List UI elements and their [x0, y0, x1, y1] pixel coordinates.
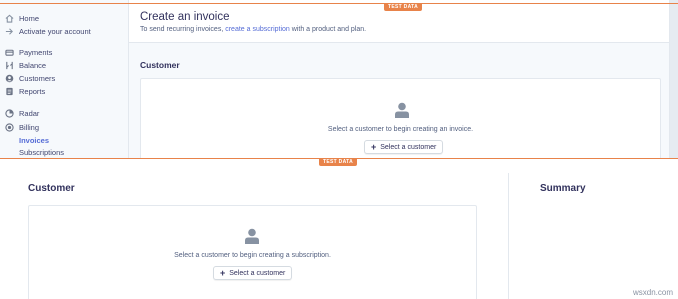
customer-heading: Customer [28, 183, 75, 194]
sidebar-item-label: Balance [19, 60, 47, 70]
sidebar-item-label: Customers [19, 73, 56, 83]
home-icon [5, 14, 14, 23]
person-icon [395, 102, 409, 118]
sidebar-item-payments[interactable]: Payments [5, 46, 52, 58]
customer-heading: Customer [140, 60, 180, 70]
sidebar-item-label: Subscriptions [19, 147, 65, 157]
sidebar-item-balance[interactable]: Balance [5, 59, 46, 71]
test-data-badge: TEST DATA [319, 158, 358, 166]
sidebar-item-subscriptions[interactable]: Subscriptions [19, 146, 64, 158]
select-customer-button[interactable]: + Select a customer [213, 266, 293, 280]
sidebar: Home Activate your account Payments Bala… [0, 0, 128, 159]
sidebar-item-invoices[interactable]: Invoices [19, 134, 49, 146]
button-label: Select a customer [380, 143, 437, 151]
payments-icon [5, 48, 14, 57]
sidebar-item-reports[interactable]: Reports [5, 85, 45, 97]
subtitle-text: To send recurring invoices, [140, 26, 224, 33]
subscription-screen: Customer Summary Select a customer to be… [0, 159, 678, 299]
column-divider [508, 173, 509, 299]
select-customer-button[interactable]: + Select a customer [364, 140, 444, 154]
customer-empty-state: Select a customer to begin creating a su… [28, 205, 477, 299]
plus-icon: + [220, 267, 226, 278]
billing-icon [5, 122, 14, 132]
create-subscription-link[interactable]: create a subscription [225, 26, 290, 33]
sidebar-item-label: Activate your account [19, 26, 91, 36]
sidebar-item-customers[interactable]: Customers [5, 72, 55, 84]
subtitle-text-end: with a product and plan. [291, 26, 367, 33]
person-icon [245, 228, 259, 244]
empty-state-message: Select a customer to begin creating a su… [174, 252, 331, 259]
sidebar-item-label: Home [19, 13, 40, 23]
invoice-screen: Home Activate your account Payments Bala… [0, 0, 678, 159]
arrow-right-icon [5, 27, 14, 36]
customer-empty-state: Select a customer to begin creating an i… [140, 78, 661, 159]
sidebar-item-label: Reports [19, 86, 46, 96]
plus-icon: + [371, 141, 377, 152]
sidebar-item-label: Invoices [19, 135, 50, 145]
balance-icon [5, 61, 14, 70]
sidebar-item-label: Payments [19, 47, 53, 57]
sidebar-item-home[interactable]: Home [5, 12, 39, 24]
watermark: wsxdn.com [632, 288, 673, 297]
empty-state-message: Select a customer to begin creating an i… [327, 126, 474, 133]
sidebar-item-activate[interactable]: Activate your account [5, 25, 91, 37]
sidebar-item-label: Billing [19, 122, 40, 132]
test-data-line [0, 3, 678, 4]
page-title: Create an invoice [140, 11, 230, 23]
radar-icon [5, 108, 14, 118]
sidebar-item-billing[interactable]: Billing [5, 121, 39, 133]
customers-icon [5, 74, 14, 83]
sidebar-item-radar[interactable]: Radar [5, 107, 39, 119]
sidebar-item-label: Radar [19, 108, 40, 118]
summary-heading: Summary [540, 183, 586, 194]
invoice-panel: Create an invoice To send recurring invo… [128, 0, 670, 159]
button-label: Select a customer [229, 269, 286, 277]
test-data-badge: TEST DATA [384, 3, 423, 11]
reports-icon [5, 87, 14, 96]
page-subtitle: To send recurring invoices, create a sub… [140, 26, 366, 33]
